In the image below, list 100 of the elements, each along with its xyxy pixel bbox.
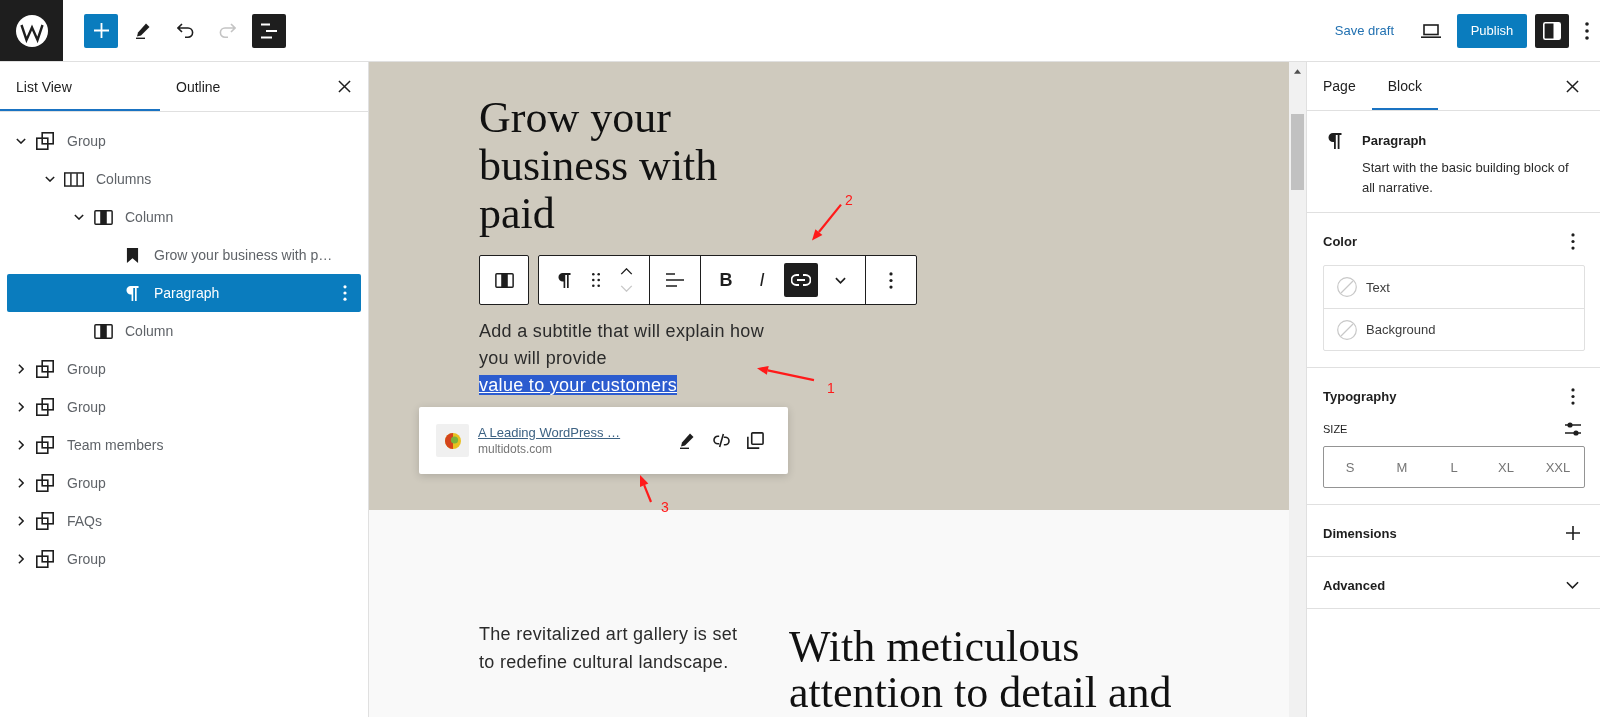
text-link[interactable]: value to your customers	[479, 375, 677, 395]
redo-icon	[218, 22, 236, 39]
list-view-item[interactable]: Column	[7, 198, 361, 236]
color-option[interactable]: Background	[1324, 308, 1584, 350]
italic-button[interactable]: I	[744, 262, 780, 298]
chevron-down-icon	[619, 285, 633, 292]
chevron-right-icon[interactable]	[18, 440, 24, 450]
empty-swatch-icon	[1337, 277, 1357, 297]
chevron-down-icon	[834, 276, 846, 284]
chevron-right-icon[interactable]	[18, 478, 24, 488]
annotation-number: 1	[827, 379, 835, 397]
size-option[interactable]: M	[1376, 447, 1428, 487]
pilcrow-icon	[557, 271, 571, 289]
block-title: Paragraph	[1362, 132, 1428, 150]
save-draft-button[interactable]: Save draft	[1328, 13, 1400, 48]
chevron-right-icon[interactable]	[18, 402, 24, 412]
size-option[interactable]: S	[1324, 447, 1376, 487]
logo-icon[interactable]	[0, 0, 63, 61]
list-view-icon	[260, 22, 278, 39]
chevron-down-icon	[1566, 581, 1579, 589]
scrollbar-thumb[interactable]	[1291, 114, 1304, 190]
empty-swatch-icon	[1337, 319, 1357, 340]
list-view-item[interactable]: FAQs	[7, 502, 361, 540]
close-icon	[337, 80, 351, 93]
bookmark-icon	[125, 247, 139, 263]
more-vertical-icon	[1585, 21, 1589, 40]
pilcrow-icon	[125, 284, 139, 302]
size-option[interactable]: XXL	[1532, 447, 1584, 487]
size-label: SIZE	[1323, 423, 1348, 435]
plus-icon	[93, 23, 109, 38]
chevron-right-icon[interactable]	[18, 364, 24, 374]
color-option[interactable]: Text	[1324, 266, 1584, 308]
pilcrow-icon	[1328, 132, 1342, 150]
settings-button[interactable]	[1535, 13, 1569, 48]
subtitle-paragraph: Add a subtitle that will explain how you will provide value to your customers	[479, 320, 765, 397]
group-icon	[36, 398, 54, 416]
scrollbar[interactable]	[1289, 62, 1306, 717]
link-button[interactable]	[784, 263, 818, 297]
panel-tab[interactable]: List View	[0, 62, 160, 111]
list-view-item[interactable]: Group	[7, 540, 361, 578]
size-option[interactable]: L	[1428, 447, 1480, 487]
inserter-button[interactable]	[84, 13, 118, 48]
more-vertical-icon	[1571, 387, 1575, 405]
intro-text: The revitalized art gallery is set to redefine cultural landscape.	[479, 623, 739, 674]
more-vertical-icon	[1571, 232, 1575, 250]
group-icon	[36, 360, 54, 378]
list-view-item[interactable]: Column	[7, 312, 361, 350]
list-view-item[interactable]: Paragraph	[7, 274, 361, 312]
column-icon	[93, 323, 113, 339]
size-option[interactable]: XL	[1480, 447, 1532, 487]
laptop-icon	[1421, 23, 1441, 38]
chevron-down-icon[interactable]	[74, 214, 84, 220]
panel-title: Typography	[1323, 388, 1397, 404]
sidebar-tab[interactable]: Block	[1371, 62, 1438, 110]
group-icon	[36, 474, 54, 492]
panel-title: Color	[1323, 233, 1357, 249]
annotation-arrow	[812, 204, 842, 241]
chevron-down-icon[interactable]	[16, 138, 26, 144]
favicon-icon	[436, 424, 469, 457]
list-view-item[interactable]: Group	[7, 122, 361, 160]
list-view-item[interactable]: Grow your business with p…	[7, 236, 361, 274]
parent-block-button[interactable]	[479, 255, 529, 305]
close-icon	[1565, 79, 1579, 93]
group-icon	[36, 512, 54, 530]
align-left-icon	[666, 273, 684, 287]
panel-toggle[interactable]: Advanced	[1323, 573, 1585, 597]
annotation-number: 3	[661, 498, 669, 516]
chevron-right-icon[interactable]	[18, 516, 24, 526]
list-view-item[interactable]: Columns	[7, 160, 361, 198]
column-icon	[93, 209, 113, 225]
publish-button[interactable]: Publish	[1457, 13, 1527, 48]
annotation-number: 2	[845, 191, 853, 209]
more-vertical-icon	[889, 271, 893, 289]
link-preview-title[interactable]: A Leading WordPress …	[478, 425, 621, 440]
list-view-item[interactable]: Group	[7, 464, 361, 502]
list-view-item[interactable]: Team members	[7, 426, 361, 464]
list-view-item[interactable]: Group	[7, 350, 361, 388]
hero-heading: Grow your business with paid	[479, 94, 719, 238]
sliders-icon	[1565, 422, 1581, 436]
annotation-arrow	[757, 365, 815, 381]
drag-dots-icon	[592, 273, 600, 287]
broken-link-icon	[712, 433, 730, 448]
scroll-up-icon[interactable]	[1294, 69, 1301, 74]
document-overview-button[interactable]	[252, 13, 286, 48]
bold-button[interactable]: B	[708, 262, 744, 298]
group-icon	[36, 436, 54, 454]
link-preview-domain: multidots.com	[478, 442, 553, 456]
chevron-down-icon[interactable]	[45, 176, 55, 182]
group-icon	[36, 132, 54, 150]
undo-icon	[176, 22, 194, 39]
panel-title: Dimensions	[1323, 525, 1397, 541]
block-description: Start with the basic building block of all narrative.	[1362, 159, 1570, 197]
section-heading: With meticulous attention to detail and	[789, 624, 1173, 716]
more-vertical-icon[interactable]	[343, 285, 347, 301]
panel-tab[interactable]: Outline	[160, 62, 320, 111]
chevron-right-icon[interactable]	[18, 554, 24, 564]
columns-icon	[64, 171, 84, 187]
sidebar-tab[interactable]: Page	[1307, 62, 1372, 110]
pencil-icon	[136, 22, 150, 39]
list-view-item[interactable]: Group	[7, 388, 361, 426]
